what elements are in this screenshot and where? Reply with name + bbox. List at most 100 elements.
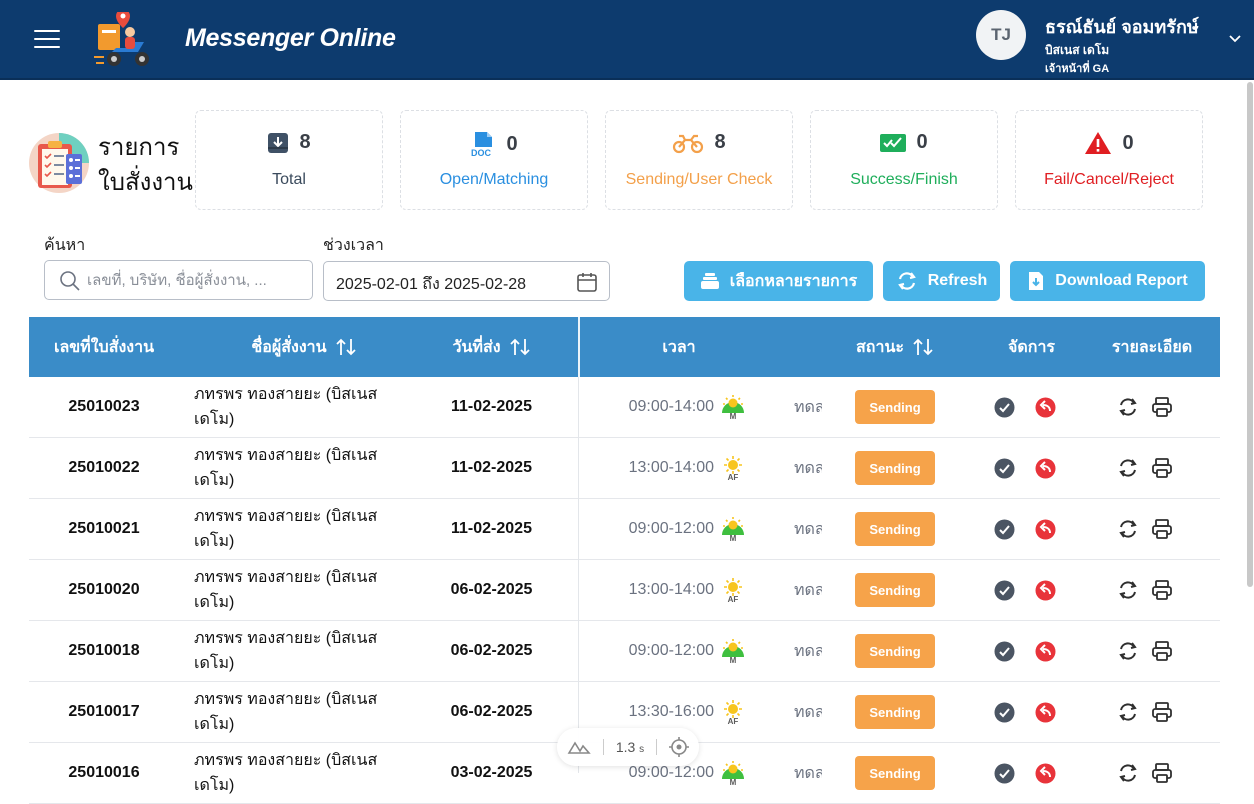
header-detail: รายละเอียด xyxy=(1111,338,1193,356)
time-range: 13:00-14:00 xyxy=(628,459,714,476)
check-list-icon xyxy=(880,133,907,152)
header-order-no[interactable]: เลขที่ใบสั่งงาน xyxy=(29,317,179,377)
user-name[interactable]: ธรณ์ธันย์ จอมทรักษ์ xyxy=(1045,12,1199,41)
file-download-icon xyxy=(1029,272,1044,290)
order-number[interactable]: 25010022 xyxy=(29,438,179,498)
search-label: ค้นหา xyxy=(44,237,86,254)
summary-card-open[interactable]: DOC 0 Open/Matching xyxy=(400,110,588,210)
send-date: 11-02-2025 xyxy=(451,520,532,537)
printer-icon[interactable] xyxy=(1151,518,1173,540)
sync-icon[interactable] xyxy=(1117,701,1139,723)
time-range: 09:00-12:00 xyxy=(628,642,714,659)
period-tag: AF xyxy=(727,472,739,482)
fail-count: 0 xyxy=(1122,131,1134,154)
order-number[interactable]: 25010017 xyxy=(29,682,179,742)
scrollbar[interactable] xyxy=(1247,82,1253,587)
note-text: ทดสอบ xyxy=(794,581,822,599)
order-number[interactable]: 25010020 xyxy=(29,560,179,620)
send-date: 06-02-2025 xyxy=(450,642,533,659)
detail-actions xyxy=(1117,499,1173,559)
order-number[interactable]: 25010021 xyxy=(29,499,179,559)
perf-overlay[interactable]: 1.3 s xyxy=(557,728,699,766)
time-period: M xyxy=(719,499,747,559)
printer-icon[interactable] xyxy=(1151,701,1173,723)
reject-icon[interactable] xyxy=(1035,580,1056,601)
search-icon xyxy=(60,271,80,291)
reject-icon[interactable] xyxy=(1035,702,1056,723)
sync-icon[interactable] xyxy=(1117,457,1139,479)
note-text: ทดสอบ xyxy=(794,459,822,477)
orderer-name: ภทรพร ทองสายยะ (บิสเนส เดโม) xyxy=(194,630,378,672)
header-orderer[interactable]: ชื่อผู้สั่งงาน xyxy=(194,317,414,377)
sync-icon[interactable] xyxy=(1117,396,1139,418)
table-row[interactable]: 25010022 ภทรพร ทองสายยะ (บิสเนส เดโม) 11-0… xyxy=(29,438,1220,499)
printer-icon[interactable] xyxy=(1151,579,1173,601)
check-circle-icon[interactable] xyxy=(994,641,1015,662)
header-send-date[interactable]: วันที่ส่ง xyxy=(419,317,564,377)
time-period: M xyxy=(719,621,747,681)
period-tag: AF xyxy=(727,716,739,726)
order-number[interactable]: 25010018 xyxy=(29,621,179,681)
printer-icon[interactable] xyxy=(1151,457,1173,479)
time-period: M xyxy=(719,743,747,803)
send-date: 06-02-2025 xyxy=(450,703,533,720)
reject-icon[interactable] xyxy=(1035,519,1056,540)
chevron-down-icon[interactable] xyxy=(1228,34,1242,44)
page-title: รายการ ใบสั่งงาน xyxy=(98,134,193,196)
summary-card-success[interactable]: 0 Success/Finish xyxy=(810,110,998,210)
printer-icon[interactable] xyxy=(1151,396,1173,418)
printer-icon[interactable] xyxy=(1151,640,1173,662)
orderer-name: ภทรพร ทองสายยะ (บิสเนส เดโม) xyxy=(194,386,378,428)
table-row[interactable]: 25010023 ภทรพร ทองสายยะ (บิสเนส เดโม) 11-0… xyxy=(29,377,1220,438)
order-number[interactable]: 25010016 xyxy=(29,743,179,803)
search-input[interactable] xyxy=(87,269,302,291)
check-circle-icon[interactable] xyxy=(994,763,1015,784)
check-circle-icon[interactable] xyxy=(994,702,1015,723)
menu-icon[interactable] xyxy=(34,30,60,50)
check-circle-icon[interactable] xyxy=(994,580,1015,601)
crosshair-icon[interactable] xyxy=(669,737,690,757)
time-range: 13:00-14:00 xyxy=(628,581,714,598)
reject-icon[interactable] xyxy=(1035,458,1056,479)
refresh-button[interactable]: Refresh xyxy=(883,261,1000,301)
table-row[interactable]: 25010018 ภทรพร ทองสายยะ (บิสเนส เดโม) 06-0… xyxy=(29,621,1220,682)
doc-icon: DOC xyxy=(471,132,493,157)
user-avatar[interactable]: TJ xyxy=(976,10,1026,60)
search-field[interactable] xyxy=(44,260,313,300)
user-company: บิสเนส เดโม xyxy=(1045,43,1110,57)
sync-icon[interactable] xyxy=(1117,579,1139,601)
status-cell: Sending xyxy=(855,560,935,620)
note-text: ทดสอบ xyxy=(794,703,822,721)
open-count: 0 xyxy=(506,132,518,155)
summary-card-sending[interactable]: 8 Sending/User Check xyxy=(605,110,793,210)
select-multiple-button[interactable]: เลือกหลายรายการ xyxy=(684,261,873,301)
check-circle-icon[interactable] xyxy=(994,458,1015,479)
sync-icon[interactable] xyxy=(1117,518,1139,540)
summary-card-fail[interactable]: 0 Fail/Cancel/Reject xyxy=(1015,110,1203,210)
table-row[interactable]: 25010020 ภทรพร ทองสายยะ (บิสเนส เดโม) 06-0… xyxy=(29,560,1220,621)
sort-icon xyxy=(509,338,530,356)
reject-icon[interactable] xyxy=(1035,763,1056,784)
order-number[interactable]: 25010023 xyxy=(29,377,179,437)
success-count: 0 xyxy=(916,131,928,153)
check-circle-icon[interactable] xyxy=(994,397,1015,418)
summary-card-total[interactable]: 8 Total xyxy=(195,110,383,210)
reject-icon[interactable] xyxy=(1035,641,1056,662)
open-label: Open/Matching xyxy=(439,171,549,188)
printer-icon[interactable] xyxy=(1151,762,1173,784)
send-date: 06-02-2025 xyxy=(450,581,533,598)
motorcycle-icon xyxy=(673,134,704,153)
sync-icon[interactable] xyxy=(1117,762,1139,784)
detail-actions xyxy=(1117,377,1173,437)
manage-actions xyxy=(994,377,1056,437)
sync-icon[interactable] xyxy=(1117,640,1139,662)
reject-icon[interactable] xyxy=(1035,397,1056,418)
calendar-icon[interactable] xyxy=(576,271,598,293)
status-badge: Sending xyxy=(855,451,935,485)
download-report-button[interactable]: Download Report xyxy=(1010,261,1205,301)
header-status[interactable]: สถานะ xyxy=(839,317,951,377)
table-row[interactable]: 25010021 ภทรพร ทองสายยะ (บิสเนส เดโม) 11-0… xyxy=(29,499,1220,560)
status-badge: Sending xyxy=(855,756,935,790)
date-range-field[interactable]: 2025-02-01 ถึง 2025-02-28 xyxy=(323,261,610,301)
check-circle-icon[interactable] xyxy=(994,519,1015,540)
